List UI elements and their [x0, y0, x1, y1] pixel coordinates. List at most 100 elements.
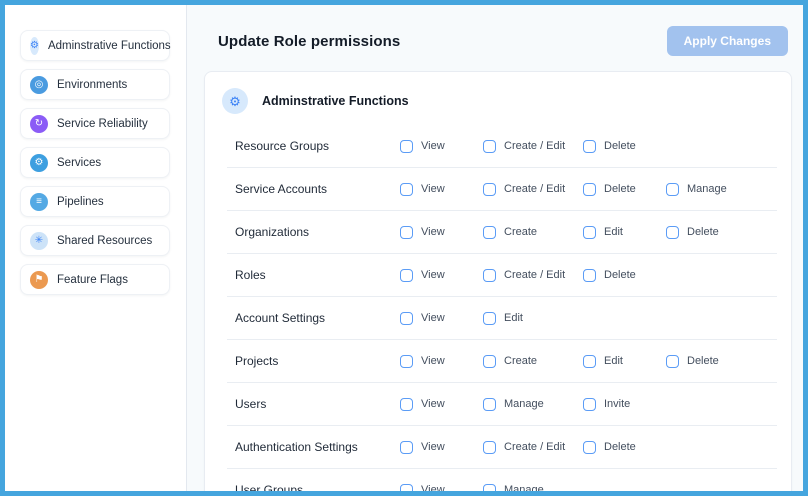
permission-option: View: [400, 484, 483, 492]
permission-checkbox[interactable]: [483, 398, 496, 411]
permission-checkbox[interactable]: [400, 140, 413, 153]
permission-checkbox-label: Create: [504, 355, 537, 367]
permission-option: View: [400, 398, 483, 411]
permission-row: User Groups View Manage: [205, 469, 791, 491]
sidebar-item-label: Shared Resources: [57, 235, 152, 247]
permission-checkbox-label: View: [421, 269, 445, 281]
permission-checkbox[interactable]: [583, 226, 596, 239]
permission-checkbox[interactable]: [583, 140, 596, 153]
permission-option: View: [400, 355, 483, 368]
permission-row: Projects View Create Edit Delete: [205, 340, 791, 382]
permission-option: Delete: [666, 226, 791, 239]
reliability-icon: ↻: [30, 115, 48, 133]
sidebar-item-service-reliability[interactable]: ↻ Service Reliability: [20, 108, 170, 139]
permission-option: Manage: [483, 398, 583, 411]
permission-option: Edit: [483, 312, 583, 325]
permission-checkbox[interactable]: [400, 312, 413, 325]
permission-option: Create: [483, 226, 583, 239]
permission-row-label: Authentication Settings: [235, 440, 400, 454]
sidebar-item-label: Environments: [57, 79, 127, 91]
permissions-card-title: Adminstrative Functions: [262, 94, 409, 108]
permission-checkbox[interactable]: [400, 441, 413, 454]
permission-option: Edit: [583, 355, 666, 368]
permission-checkbox[interactable]: [666, 183, 679, 196]
permission-option: Invite: [583, 398, 666, 411]
permission-checkbox[interactable]: [483, 140, 496, 153]
permission-checkbox-label: Create / Edit: [504, 183, 565, 195]
permission-checkbox[interactable]: [483, 269, 496, 282]
sidebar-item-feature-flags[interactable]: ⚑ Feature Flags: [20, 264, 170, 295]
permission-option: View: [400, 140, 483, 153]
permissions-card-header: ⚙ Adminstrative Functions: [205, 72, 791, 125]
shared-resources-icon: ✳: [30, 232, 48, 250]
sidebar-item-label: Service Reliability: [57, 118, 148, 130]
permission-checkbox-label: Create / Edit: [504, 441, 565, 453]
permission-row-label: User Groups: [235, 483, 400, 491]
permission-checkbox[interactable]: [483, 183, 496, 196]
gear-icon: ⚙: [222, 88, 248, 114]
permission-checkbox-label: Delete: [604, 441, 636, 453]
permission-checkbox[interactable]: [400, 269, 413, 282]
permission-checkbox[interactable]: [666, 355, 679, 368]
permission-checkbox[interactable]: [583, 441, 596, 454]
sidebar-item-shared-resources[interactable]: ✳ Shared Resources: [20, 225, 170, 256]
sidebar-item-label: Services: [57, 157, 101, 169]
environments-icon: ◎: [30, 76, 48, 94]
permission-row-label: Account Settings: [235, 311, 400, 325]
permission-row-label: Projects: [235, 354, 400, 368]
app-frame: ⚙ Adminstrative Functions ◎ Environments…: [0, 0, 808, 496]
permission-checkbox[interactable]: [400, 484, 413, 492]
permission-checkbox[interactable]: [583, 269, 596, 282]
permission-checkbox-label: Delete: [604, 269, 636, 281]
sidebar-item-label: Pipelines: [57, 196, 104, 208]
permission-checkbox[interactable]: [583, 398, 596, 411]
permission-option: Delete: [583, 140, 666, 153]
permission-checkbox[interactable]: [483, 226, 496, 239]
permission-row: Organizations View Create Edit Delete: [205, 211, 791, 253]
permission-checkbox-label: Create / Edit: [504, 269, 565, 281]
permission-option: View: [400, 226, 483, 239]
permission-option: Manage: [483, 484, 583, 492]
sidebar-item-services[interactable]: ⚙ Services: [20, 147, 170, 178]
permission-option: Create / Edit: [483, 441, 583, 454]
permission-checkbox[interactable]: [400, 183, 413, 196]
sidebar-item-pipelines[interactable]: ≡ Pipelines: [20, 186, 170, 217]
permission-checkbox-label: Edit: [604, 355, 623, 367]
permission-option: View: [400, 312, 483, 325]
main-panel: Update Role permissions Apply Changes ⚙ …: [187, 5, 803, 491]
sidebar-item-adminstrative-functions[interactable]: ⚙ Adminstrative Functions: [20, 30, 170, 61]
permission-checkbox[interactable]: [583, 355, 596, 368]
permission-checkbox[interactable]: [483, 484, 496, 492]
permission-checkbox-label: Delete: [687, 355, 719, 367]
page-header: Update Role permissions Apply Changes: [187, 5, 803, 71]
permission-checkbox[interactable]: [483, 355, 496, 368]
services-gear-icon: ⚙: [30, 154, 48, 172]
permission-checkbox[interactable]: [583, 183, 596, 196]
permission-checkbox-label: Delete: [687, 226, 719, 238]
permission-row: Authentication Settings View Create / Ed…: [205, 426, 791, 468]
permission-checkbox-label: Manage: [504, 484, 544, 491]
permission-checkbox-label: View: [421, 312, 445, 324]
permission-checkbox-label: View: [421, 398, 445, 410]
permission-checkbox[interactable]: [400, 226, 413, 239]
permission-option: Delete: [583, 269, 666, 282]
permission-option: Create: [483, 355, 583, 368]
permission-checkbox[interactable]: [400, 355, 413, 368]
permission-checkbox[interactable]: [483, 441, 496, 454]
permission-checkbox-label: Invite: [604, 398, 630, 410]
permission-option: Delete: [666, 355, 791, 368]
permission-checkbox-label: View: [421, 484, 445, 491]
page-title: Update Role permissions: [218, 33, 400, 50]
sidebar-item-environments[interactable]: ◎ Environments: [20, 69, 170, 100]
apply-changes-button[interactable]: Apply Changes: [667, 26, 788, 56]
permission-checkbox-label: View: [421, 226, 445, 238]
permission-checkbox[interactable]: [666, 226, 679, 239]
permission-option: Edit: [583, 226, 666, 239]
permission-checkbox[interactable]: [400, 398, 413, 411]
permission-checkbox[interactable]: [483, 312, 496, 325]
permission-checkbox-label: View: [421, 140, 445, 152]
permission-checkbox-label: View: [421, 441, 445, 453]
sidebar-item-label: Adminstrative Functions: [48, 40, 171, 52]
permission-row: Resource Groups View Create / Edit Delet…: [205, 125, 791, 167]
permission-checkbox-label: Delete: [604, 183, 636, 195]
